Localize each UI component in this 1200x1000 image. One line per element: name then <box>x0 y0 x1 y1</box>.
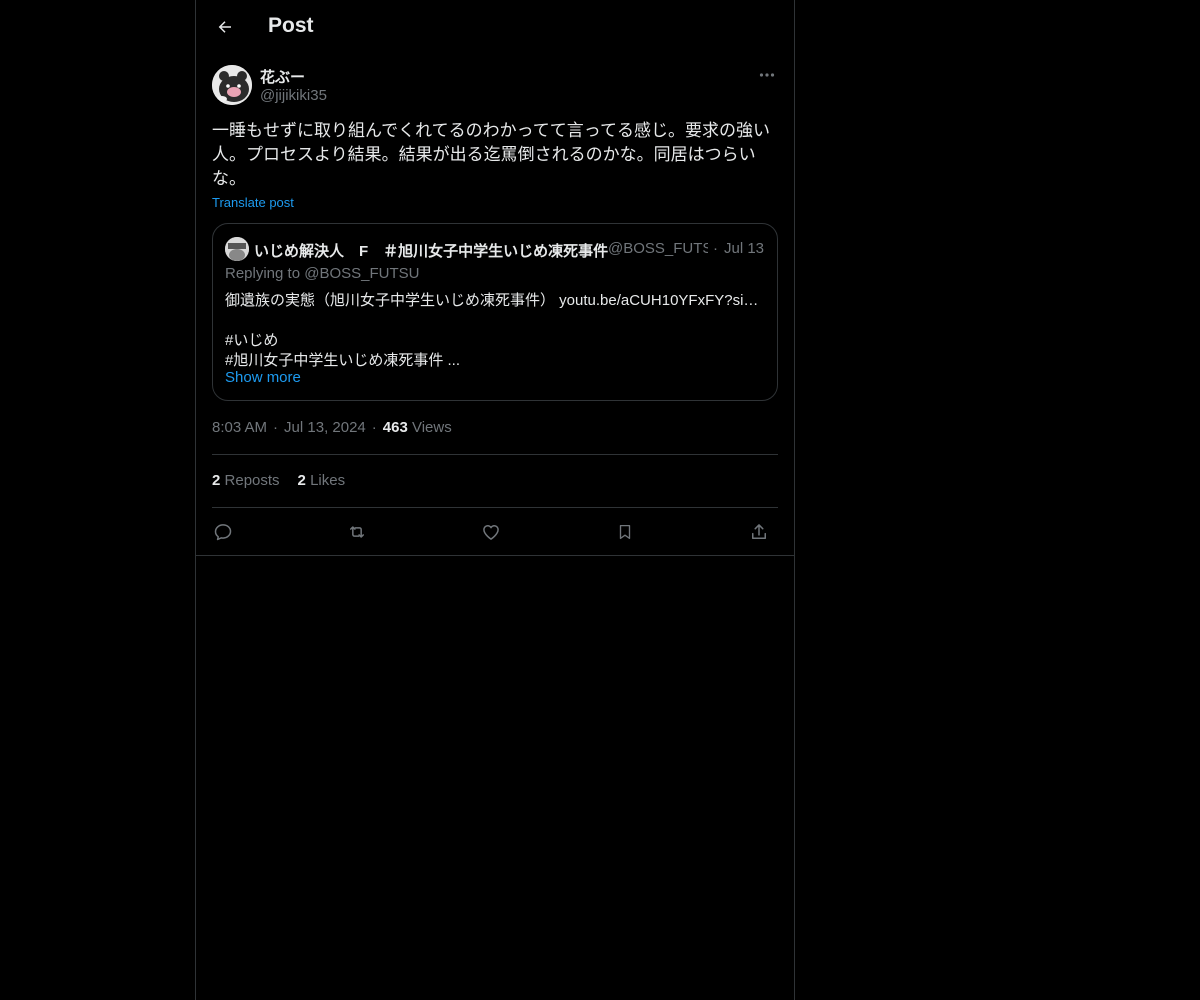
bookmark-icon <box>619 524 631 540</box>
heart-icon <box>483 525 499 540</box>
avatar[interactable] <box>212 65 252 105</box>
like-button[interactable] <box>476 518 506 546</box>
reply-icon <box>214 524 232 541</box>
translate-post-link[interactable]: Translate post <box>212 195 294 210</box>
arrow-left-icon <box>218 21 231 33</box>
quoted-avatar <box>225 237 249 261</box>
share-button[interactable] <box>744 518 774 546</box>
quoted-handle: @BOSS_FUTSU <box>608 240 708 257</box>
reposts-count: 2 <box>212 472 221 489</box>
quoted-hashtag[interactable]: #旭川女子中学生いじめ凍死事件 ... <box>225 349 460 370</box>
quoted-display-name: いじめ解決人 F ＃旭川女子中学生いじめ凍死事件 <box>254 243 609 260</box>
post-date[interactable]: Jul 13, 2024 <box>284 419 366 436</box>
action-bar <box>212 518 778 546</box>
quoted-date: Jul 13 <box>724 240 765 257</box>
divider <box>212 507 778 508</box>
show-more-link[interactable]: Show more <box>225 369 301 386</box>
meta-separator: · <box>371 419 377 436</box>
divider <box>196 555 794 556</box>
views-count: 463 <box>382 419 408 436</box>
reposts-label: Reposts <box>224 472 280 489</box>
quoted-replying-to: Replying to @BOSS_FUTSU <box>225 265 420 282</box>
post-stats: 2 Reposts 2 Likes <box>212 472 363 489</box>
likes-label: Likes <box>310 472 346 489</box>
repost-button[interactable] <box>342 518 372 546</box>
page-title: Post <box>268 14 314 37</box>
reposts-stat[interactable]: 2 Reposts <box>212 472 280 489</box>
views-label: Views <box>411 419 452 436</box>
author-display-name[interactable]: 花ぶー <box>260 66 305 87</box>
quoted-post-header: いじめ解決人 F ＃旭川女子中学生いじめ凍死事件 @BOSS_FUTSU · J… <box>225 237 765 261</box>
likes-count: 2 <box>297 472 306 489</box>
share-icon <box>752 524 766 539</box>
post-author: 花ぶー @jijikiki35 <box>212 65 778 107</box>
post-detail-column: Post 花ぶー @jijikiki35 一睡もせずに取り組んでくれてるのわかっ… <box>195 0 795 1000</box>
meta-separator: · <box>273 419 279 436</box>
post-text: 一睡もせずに取り組んでくれてるのわかってて言ってる感じ。要求の強い人。プロセスよ… <box>212 121 770 188</box>
back-button[interactable] <box>212 14 238 40</box>
post-time[interactable]: 8:03 AM <box>212 419 267 436</box>
more-horizontal-icon <box>759 73 775 77</box>
reply-button[interactable] <box>208 518 238 546</box>
repost-icon <box>350 526 364 538</box>
bookmark-button[interactable] <box>610 518 640 546</box>
quoted-post[interactable]: いじめ解決人 F ＃旭川女子中学生いじめ凍死事件 @BOSS_FUTSU · J… <box>212 223 778 401</box>
page-header: Post <box>196 0 794 53</box>
quoted-separator: · <box>713 240 718 257</box>
more-options-button[interactable] <box>756 65 778 85</box>
likes-stat[interactable]: 2 Likes <box>298 472 346 489</box>
author-handle[interactable]: @jijikiki35 <box>260 87 327 104</box>
divider <box>212 454 778 455</box>
post-meta: 8:03 AM · Jul 13, 2024 · 463 Views <box>212 419 452 436</box>
quoted-text-line: 御遺族の実態（旭川女子中学生いじめ凍死事件） youtu.be/aCUH10YF… <box>225 292 759 309</box>
quoted-hashtag[interactable]: #いじめ <box>225 329 278 350</box>
